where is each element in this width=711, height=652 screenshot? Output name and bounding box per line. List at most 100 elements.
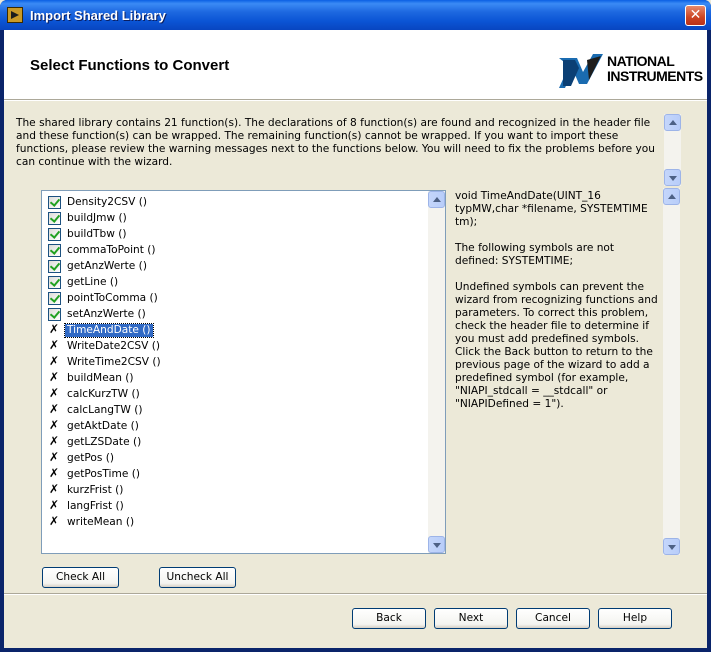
ni-eagle-logo-icon	[559, 54, 603, 88]
checkbox-checked-icon[interactable]	[48, 260, 61, 273]
function-list-item[interactable]: pointToComma ()	[48, 290, 428, 306]
chevron-down-icon	[669, 176, 677, 181]
function-name[interactable]: buildMean ()	[65, 372, 136, 385]
next-button[interactable]: Next	[434, 608, 508, 629]
help-button[interactable]: Help	[598, 608, 672, 629]
function-list-item[interactable]: getLine ()	[48, 274, 428, 290]
checkbox-checked-icon[interactable]	[48, 308, 61, 321]
function-list-item[interactable]: Density2CSV ()	[48, 194, 428, 210]
function-name[interactable]: commaToPoint ()	[65, 244, 158, 257]
error-x-icon: ✗	[49, 450, 60, 464]
function-name[interactable]: getLine ()	[65, 276, 120, 289]
logo-line-instruments: INSTRUMENTS	[607, 68, 703, 84]
function-list-item[interactable]: ✗ getPosTime ()	[48, 466, 428, 482]
back-button[interactable]: Back	[352, 608, 426, 629]
function-name[interactable]: buildTbw ()	[65, 228, 129, 241]
error-x-icon: ✗	[49, 322, 60, 336]
function-list-item[interactable]: ✗ writeMean ()	[48, 514, 428, 530]
function-list[interactable]: Density2CSV () buildJmw () buildTbw () comm…	[41, 190, 446, 554]
function-list-item[interactable]: ✗ WriteTime2CSV ()	[48, 354, 428, 370]
chevron-up-icon	[668, 194, 676, 199]
detail-scrollbar[interactable]	[663, 188, 680, 555]
function-name[interactable]: getLZSDate ()	[65, 436, 143, 449]
function-name[interactable]: getPos ()	[65, 452, 116, 465]
checkbox-checked-icon[interactable]	[48, 212, 61, 225]
undefined-symbols-explanation: Undefined symbols can prevent the wizard…	[455, 281, 658, 410]
function-list-item[interactable]: setAnzWerte ()	[48, 306, 428, 322]
function-list-item[interactable]: ✗ TimeAndDate ()	[48, 322, 428, 338]
function-name[interactable]: TimeAndDate ()	[64, 323, 154, 338]
error-x-icon: ✗	[49, 482, 60, 496]
function-list-item[interactable]: ✗ WriteDate2CSV ()	[48, 338, 428, 354]
checkbox-checked-icon[interactable]	[48, 292, 61, 305]
function-list-scrollbar[interactable]	[428, 191, 445, 553]
error-x-icon: ✗	[49, 386, 60, 400]
function-list-item[interactable]: getAnzWerte ()	[48, 258, 428, 274]
function-name[interactable]: kurzFrist ()	[65, 484, 125, 497]
checkbox-checked-icon[interactable]	[48, 196, 61, 209]
function-name[interactable]: calcKurzTW ()	[65, 388, 142, 401]
error-x-icon: ✗	[49, 402, 60, 416]
cancel-button[interactable]: Cancel	[516, 608, 590, 629]
function-list-item[interactable]: ✗ langFrist ()	[48, 498, 428, 514]
function-name[interactable]: pointToComma ()	[65, 292, 160, 305]
checkbox-checked-icon[interactable]	[48, 228, 61, 241]
function-declaration: void TimeAndDate(UINT_16 typMW,char *fil…	[455, 190, 648, 228]
labview-app-icon	[7, 7, 23, 23]
scroll-down-button[interactable]	[663, 538, 680, 555]
function-list-item[interactable]: ✗ getLZSDate ()	[48, 434, 428, 450]
error-x-icon: ✗	[49, 354, 60, 368]
function-name[interactable]: writeMean ()	[65, 516, 136, 529]
footer-separator	[4, 593, 707, 595]
function-name[interactable]: calcLangTW ()	[65, 404, 145, 417]
title-bar[interactable]: Import Shared Library ✕	[0, 0, 711, 30]
function-name[interactable]: getAnzWerte ()	[65, 260, 149, 273]
scroll-down-button[interactable]	[428, 536, 445, 553]
scroll-up-button[interactable]	[428, 191, 445, 208]
function-list-item[interactable]: buildTbw ()	[48, 226, 428, 242]
description-area: The shared library contains 21 function(…	[10, 114, 682, 186]
function-name[interactable]: buildJmw ()	[65, 212, 129, 225]
check-all-button[interactable]: Check All	[42, 567, 119, 588]
function-name[interactable]: WriteTime2CSV ()	[65, 356, 163, 369]
close-button[interactable]: ✕	[685, 5, 706, 26]
function-name[interactable]: WriteDate2CSV ()	[65, 340, 162, 353]
logo-line-national: NATIONAL	[607, 53, 675, 69]
scroll-up-button[interactable]	[664, 114, 681, 131]
function-name[interactable]: langFrist ()	[65, 500, 126, 513]
function-list-item[interactable]: buildJmw ()	[48, 210, 428, 226]
error-x-icon: ✗	[49, 370, 60, 384]
window-title: Import Shared Library	[30, 8, 166, 23]
scroll-down-button[interactable]	[664, 169, 681, 186]
undefined-symbols-heading: The following symbols are not defined: S…	[455, 242, 615, 267]
function-name[interactable]: getPosTime ()	[65, 468, 142, 481]
function-list-item[interactable]: ✗ getPos ()	[48, 450, 428, 466]
error-x-icon: ✗	[49, 514, 60, 528]
function-detail-panel: void TimeAndDate(UINT_16 typMW,char *fil…	[449, 188, 682, 555]
ni-logo: NATIONAL INSTRUMENTS	[557, 50, 703, 92]
chevron-down-icon	[433, 543, 441, 548]
chevron-down-icon	[668, 545, 676, 550]
function-name[interactable]: setAnzWerte ()	[65, 308, 148, 321]
description-text: The shared library contains 21 function(…	[16, 117, 655, 168]
checkbox-checked-icon[interactable]	[48, 276, 61, 289]
function-list-item[interactable]: ✗ getAktDate ()	[48, 418, 428, 434]
ni-logo-text: NATIONAL INSTRUMENTS	[607, 54, 703, 84]
function-name[interactable]: getAktDate ()	[65, 420, 141, 433]
function-list-item[interactable]: ✗ kurzFrist ()	[48, 482, 428, 498]
dialog-client-area: Select Functions to Convert NATIONAL INS…	[4, 30, 707, 648]
chevron-up-icon	[669, 120, 677, 125]
function-list-item[interactable]: ✗ calcLangTW ()	[48, 402, 428, 418]
page-title: Select Functions to Convert	[30, 57, 230, 74]
chevron-up-icon	[433, 197, 441, 202]
scroll-up-button[interactable]	[663, 188, 680, 205]
function-detail-text: void TimeAndDate(UINT_16 typMW,char *fil…	[455, 190, 660, 424]
uncheck-all-button[interactable]: Uncheck All	[159, 567, 236, 588]
checkbox-checked-icon[interactable]	[48, 244, 61, 257]
description-scrollbar[interactable]	[664, 114, 681, 186]
function-list-item[interactable]: ✗ calcKurzTW ()	[48, 386, 428, 402]
error-x-icon: ✗	[49, 418, 60, 432]
function-list-item[interactable]: ✗ buildMean ()	[48, 370, 428, 386]
function-list-item[interactable]: commaToPoint ()	[48, 242, 428, 258]
function-name[interactable]: Density2CSV ()	[65, 196, 149, 209]
